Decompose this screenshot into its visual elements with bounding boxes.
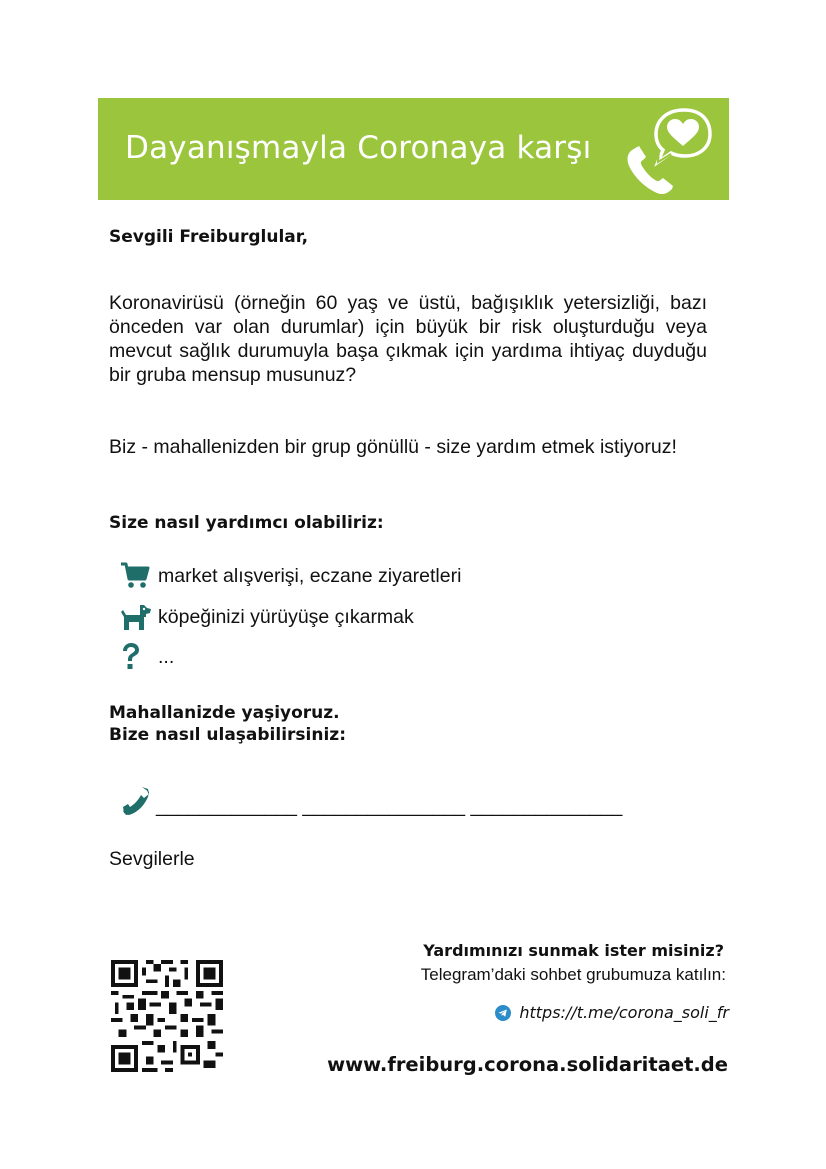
phone-contact-row: _____________ _______________ __________…: [120, 778, 622, 818]
qr-code: [111, 960, 223, 1072]
banner-title: Dayanışmayla Coronaya karşı: [125, 130, 592, 166]
help-item-label: market alışverişi, eczane ziyaretleri: [158, 564, 462, 587]
letter-greeting: Sevgili Freiburglular,: [109, 227, 309, 247]
dog-icon: [120, 602, 154, 632]
help-item-label: köpeğinizi yürüyüşe çıkarmak: [158, 605, 414, 628]
header-banner: Dayanışmayla Coronaya karşı: [98, 98, 729, 200]
help-section-title: Size nasıl yardımcı olabiliriz:: [109, 513, 384, 533]
help-item-label: ...: [158, 645, 175, 668]
help-item-other: ...: [120, 641, 174, 673]
phone-heart-speech-bubble-icon: [627, 108, 712, 194]
website-url[interactable]: www.freiburg.corona.solidaritaet.de: [327, 1053, 728, 1076]
intro-paragraph: Koronavirüsü (örneğin 60 yaş ve üstü, ba…: [109, 292, 707, 386]
telegram-row: https://t.me/corona_soli_fr: [495, 1003, 729, 1022]
volunteer-paragraph: Biz - mahallenizden bir grup gönüllü - s…: [109, 436, 677, 458]
help-item-shopping: market alışverişi, eczane ziyaretleri: [120, 560, 461, 592]
contact-question: Bize nasıl ulaşabilirsiniz:: [109, 725, 346, 745]
help-item-dog-walking: köpeğinizi yürüyüşe çıkarmak: [120, 601, 414, 633]
telegram-icon: [495, 1004, 512, 1021]
phone-number-blank: _____________ _______________ __________…: [156, 795, 623, 817]
neighborhood-line: Mahallanizde yaşiyoruz.: [109, 703, 340, 723]
neighborhood-section: Mahallanizde yaşiyoruz. Bize nasıl ulaşa…: [109, 702, 346, 746]
closing-text: Sevgilerle: [109, 848, 195, 870]
question-mark-icon: [120, 642, 154, 672]
shopping-cart-icon: [120, 561, 154, 591]
phone-icon: [120, 786, 154, 818]
telegram-link[interactable]: https://t.me/corona_soli_fr: [519, 1003, 729, 1022]
volunteer-question: Yardımınızı sunmak ister misiniz?: [423, 941, 724, 960]
telegram-invite: Telegram’daki sohbet grubumuza katılın:: [420, 965, 726, 984]
